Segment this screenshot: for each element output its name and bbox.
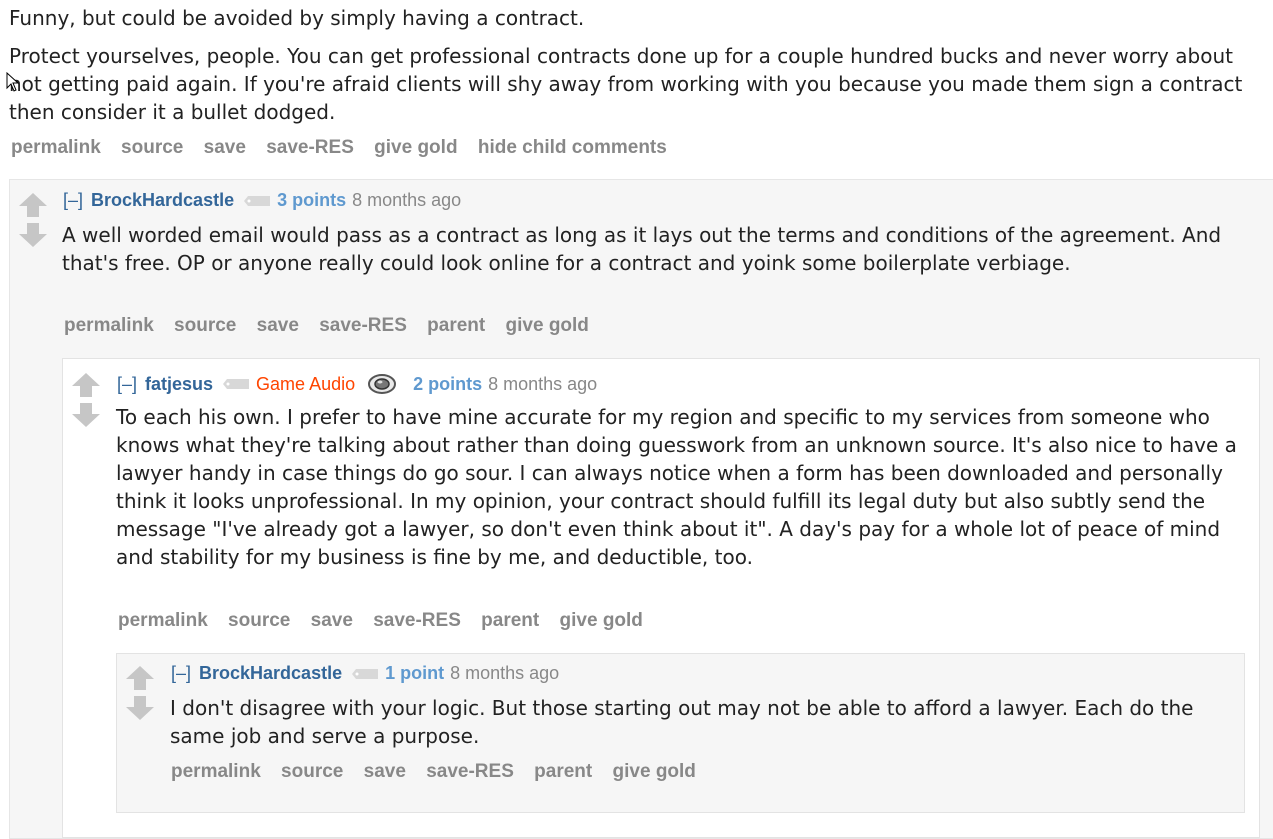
score: 3 points: [277, 190, 347, 210]
paragraph: Funny, but could be avoided by simply ha…: [9, 6, 585, 30]
save-res-button[interactable]: save-RES: [373, 610, 461, 631]
res-user-tag-icon[interactable]: [352, 668, 379, 679]
downvote-arrow-icon[interactable]: [125, 695, 155, 721]
permalink-button[interactable]: permalink: [171, 761, 261, 782]
save-res-button[interactable]: save-RES: [266, 137, 354, 158]
user-flair: Game Audio: [256, 373, 356, 394]
save-button[interactable]: save: [364, 761, 406, 782]
collapse-toggle[interactable]: [–]: [171, 663, 191, 684]
give-gold-button[interactable]: give gold: [374, 137, 457, 158]
parent-button[interactable]: parent: [534, 761, 592, 782]
save-button[interactable]: save: [311, 610, 353, 631]
give-gold-button[interactable]: give gold: [613, 761, 696, 782]
timestamp: 8 months ago: [450, 663, 560, 683]
downvote-arrow-icon[interactable]: [71, 402, 101, 428]
parent-button[interactable]: parent: [427, 315, 485, 336]
speaker-icon: [368, 374, 397, 394]
upvote-arrow-icon[interactable]: [71, 372, 101, 398]
res-user-tag-icon[interactable]: [223, 379, 250, 389]
save-res-button[interactable]: save-RES: [319, 315, 407, 336]
parent-button[interactable]: parent: [481, 610, 539, 631]
comment-text: A well worded email would pass as a cont…: [62, 223, 1222, 275]
author-link[interactable]: BrockHardcastle: [91, 190, 234, 211]
comment-body: A well worded email would pass as a cont…: [62, 221, 1252, 277]
paragraph: Protect yourselves, people. You can get …: [9, 44, 1243, 124]
source-button[interactable]: source: [281, 761, 343, 782]
source-button[interactable]: source: [228, 610, 290, 631]
permalink-button[interactable]: permalink: [118, 610, 208, 631]
parent-comment-body: Funny, but could be avoided by simply ha…: [9, 4, 1259, 126]
upvote-arrow-icon[interactable]: [125, 665, 155, 691]
comment-text: I don't disagree with your logic. But th…: [170, 696, 1194, 748]
save-button[interactable]: save: [204, 137, 246, 158]
score: 1 point: [385, 663, 445, 683]
comment-body: To each his own. I prefer to have mine a…: [116, 403, 1256, 571]
timestamp: 8 months ago: [488, 373, 598, 394]
comment-buttons: permalink source save save-RES parent gi…: [64, 315, 604, 337]
upvote-arrow-icon[interactable]: [18, 192, 48, 218]
author-link[interactable]: BrockHardcastle: [199, 663, 342, 684]
timestamp: 8 months ago: [352, 190, 462, 210]
collapse-toggle[interactable]: [–]: [63, 190, 83, 211]
comment-text: To each his own. I prefer to have mine a…: [116, 405, 1237, 569]
give-gold-button[interactable]: give gold: [560, 610, 643, 631]
permalink-button[interactable]: permalink: [11, 137, 101, 158]
source-button[interactable]: source: [121, 137, 183, 158]
res-user-tag-icon[interactable]: [244, 195, 271, 206]
comment-buttons: permalink source save save-RES parent gi…: [171, 761, 711, 783]
comment-tagline: [–] BrockHardcastle 1 point 8 months ago: [171, 663, 559, 684]
collapse-toggle[interactable]: [–]: [117, 374, 137, 395]
comment-tagline: [–] BrockHardcastle 3 points 8 months ag…: [63, 190, 461, 211]
downvote-arrow-icon[interactable]: [18, 222, 48, 248]
score: 2 points: [413, 373, 483, 394]
author-link[interactable]: fatjesus: [145, 374, 213, 395]
hide-child-comments-button[interactable]: hide child comments: [478, 137, 667, 158]
source-button[interactable]: source: [174, 315, 236, 336]
permalink-button[interactable]: permalink: [64, 315, 154, 336]
save-res-button[interactable]: save-RES: [426, 761, 514, 782]
save-button[interactable]: save: [257, 315, 299, 336]
comment-tagline: [–] fatjesus Game Audio 2 points 8 month…: [117, 373, 597, 395]
comment-body: I don't disagree with your logic. But th…: [170, 694, 1240, 750]
parent-comment-buttons: permalink source save save-RES give gold…: [11, 137, 682, 159]
mouse-cursor-icon: [6, 72, 20, 92]
give-gold-button[interactable]: give gold: [506, 315, 589, 336]
comment-buttons: permalink source save save-RES parent gi…: [118, 610, 658, 632]
